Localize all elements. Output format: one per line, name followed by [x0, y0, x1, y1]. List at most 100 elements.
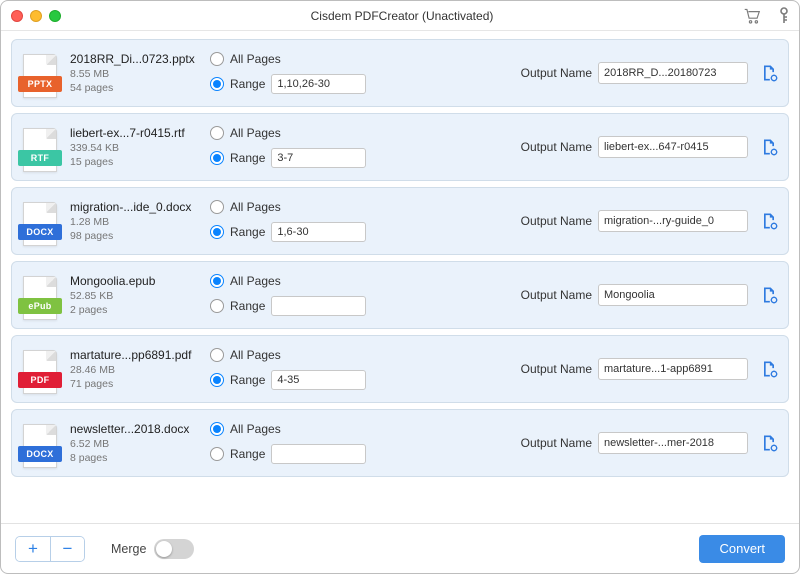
range-input[interactable]: [271, 296, 366, 316]
close-window-button[interactable]: [11, 10, 23, 22]
range-radio[interactable]: [210, 225, 224, 239]
file-type-icon: RTF: [20, 122, 60, 172]
add-file-button[interactable]: +: [16, 537, 50, 561]
range-radio[interactable]: [210, 299, 224, 313]
file-row[interactable]: PPTX 2018RR_Di...0723.pptx 8.55 MB 54 pa…: [11, 39, 789, 107]
output-name-input[interactable]: [598, 432, 748, 454]
file-size: 339.54 KB: [70, 142, 210, 154]
file-type-icon: DOCX: [20, 196, 60, 246]
all-pages-radio[interactable]: [210, 274, 224, 288]
file-list: PPTX 2018RR_Di...0723.pptx 8.55 MB 54 pa…: [1, 31, 799, 523]
file-size: 1.28 MB: [70, 216, 210, 228]
cart-icon[interactable]: [743, 8, 761, 24]
file-pages: 71 pages: [70, 378, 210, 390]
row-settings-icon[interactable]: [758, 284, 780, 306]
output-name-label: Output Name: [521, 362, 592, 376]
all-pages-label: All Pages: [230, 126, 281, 140]
range-label: Range: [230, 225, 265, 239]
file-type-icon: ePub: [20, 270, 60, 320]
merge-label: Merge: [111, 542, 146, 556]
page-range-group: All Pages Range: [210, 274, 400, 316]
all-pages-radio[interactable]: [210, 126, 224, 140]
file-type-badge: DOCX: [18, 446, 62, 462]
output-name-input[interactable]: [598, 136, 748, 158]
output-name-input[interactable]: [598, 358, 748, 380]
all-pages-label: All Pages: [230, 274, 281, 288]
file-name: martature...pp6891.pdf: [70, 348, 210, 362]
range-label: Range: [230, 373, 265, 387]
titlebar: Cisdem PDFCreator (Unactivated): [1, 1, 799, 31]
file-row[interactable]: DOCX migration-...ide_0.docx 1.28 MB 98 …: [11, 187, 789, 255]
range-radio[interactable]: [210, 447, 224, 461]
all-pages-label: All Pages: [230, 422, 281, 436]
output-group: Output Name: [400, 62, 780, 84]
range-label: Range: [230, 151, 265, 165]
zoom-window-button[interactable]: [49, 10, 61, 22]
minimize-window-button[interactable]: [30, 10, 42, 22]
merge-toggle[interactable]: [154, 539, 194, 559]
file-info: liebert-ex...7-r0415.rtf 339.54 KB 15 pa…: [60, 126, 210, 168]
file-row[interactable]: DOCX newsletter...2018.docx 6.52 MB 8 pa…: [11, 409, 789, 477]
all-pages-label: All Pages: [230, 200, 281, 214]
all-pages-radio[interactable]: [210, 52, 224, 66]
range-input[interactable]: [271, 74, 366, 94]
file-info: 2018RR_Di...0723.pptx 8.55 MB 54 pages: [60, 52, 210, 94]
window-controls: [11, 10, 61, 22]
footer-toolbar: + − Merge Convert: [1, 523, 799, 573]
output-name-input[interactable]: [598, 210, 748, 232]
range-input[interactable]: [271, 444, 366, 464]
file-name: liebert-ex...7-r0415.rtf: [70, 126, 210, 140]
key-icon[interactable]: [779, 7, 789, 25]
page-range-group: All Pages Range: [210, 126, 400, 168]
file-pages: 2 pages: [70, 304, 210, 316]
remove-file-button[interactable]: −: [50, 537, 84, 561]
page-range-group: All Pages Range: [210, 52, 400, 94]
file-name: 2018RR_Di...0723.pptx: [70, 52, 210, 66]
range-input[interactable]: [271, 148, 366, 168]
output-name-input[interactable]: [598, 284, 748, 306]
output-name-input[interactable]: [598, 62, 748, 84]
file-name: migration-...ide_0.docx: [70, 200, 210, 214]
output-name-label: Output Name: [521, 214, 592, 228]
range-input[interactable]: [271, 222, 366, 242]
output-group: Output Name: [400, 284, 780, 306]
file-row[interactable]: RTF liebert-ex...7-r0415.rtf 339.54 KB 1…: [11, 113, 789, 181]
window-title: Cisdem PDFCreator (Unactivated): [61, 9, 743, 23]
file-size: 52.85 KB: [70, 290, 210, 302]
file-type-icon: PPTX: [20, 48, 60, 98]
app-window: Cisdem PDFCreator (Unactivated) PPTX 201…: [0, 0, 800, 574]
output-name-label: Output Name: [521, 66, 592, 80]
file-pages: 15 pages: [70, 156, 210, 168]
range-radio[interactable]: [210, 77, 224, 91]
file-size: 6.52 MB: [70, 438, 210, 450]
file-info: newsletter...2018.docx 6.52 MB 8 pages: [60, 422, 210, 464]
file-pages: 98 pages: [70, 230, 210, 242]
all-pages-radio[interactable]: [210, 200, 224, 214]
range-radio[interactable]: [210, 151, 224, 165]
file-size: 28.46 MB: [70, 364, 210, 376]
row-settings-icon[interactable]: [758, 432, 780, 454]
row-settings-icon[interactable]: [758, 136, 780, 158]
file-info: Mongoolia.epub 52.85 KB 2 pages: [60, 274, 210, 316]
all-pages-radio[interactable]: [210, 348, 224, 362]
row-settings-icon[interactable]: [758, 358, 780, 380]
file-name: Mongoolia.epub: [70, 274, 210, 288]
page-range-group: All Pages Range: [210, 200, 400, 242]
all-pages-radio[interactable]: [210, 422, 224, 436]
convert-button[interactable]: Convert: [699, 535, 785, 563]
file-pages: 54 pages: [70, 82, 210, 94]
file-type-badge: PPTX: [18, 76, 62, 92]
output-name-label: Output Name: [521, 288, 592, 302]
file-type-badge: DOCX: [18, 224, 62, 240]
range-label: Range: [230, 299, 265, 313]
file-type-badge: RTF: [18, 150, 62, 166]
file-row[interactable]: PDF martature...pp6891.pdf 28.46 MB 71 p…: [11, 335, 789, 403]
file-type-badge: ePub: [18, 298, 62, 314]
file-type-icon: PDF: [20, 344, 60, 394]
range-radio[interactable]: [210, 373, 224, 387]
row-settings-icon[interactable]: [758, 210, 780, 232]
row-settings-icon[interactable]: [758, 62, 780, 84]
file-row[interactable]: ePub Mongoolia.epub 52.85 KB 2 pages All…: [11, 261, 789, 329]
range-input[interactable]: [271, 370, 366, 390]
all-pages-label: All Pages: [230, 348, 281, 362]
